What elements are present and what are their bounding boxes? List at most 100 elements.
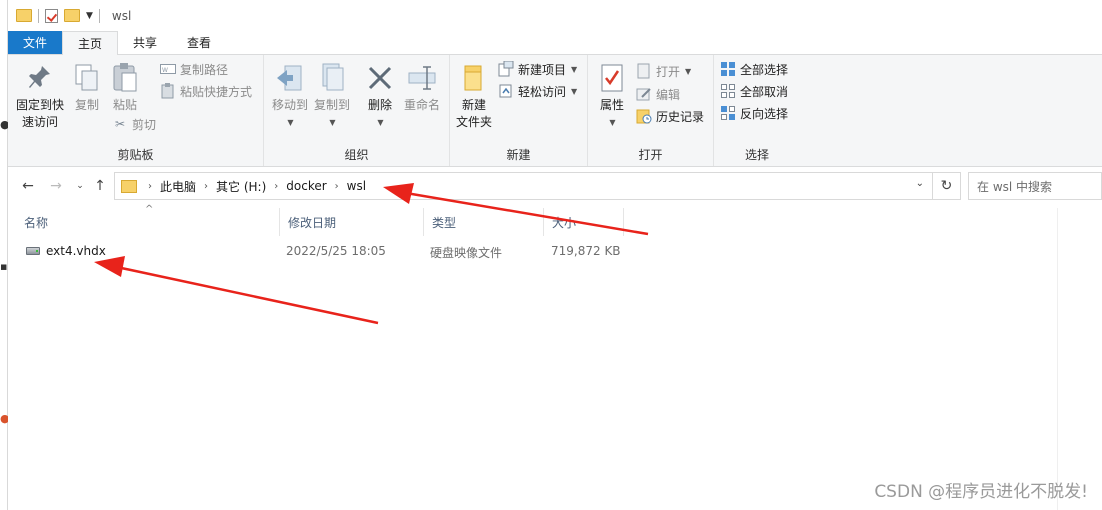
desktop-icon-fragment: ▪	[0, 260, 8, 273]
up-arrow-icon[interactable]: ↑	[88, 174, 112, 198]
properties-icon[interactable]	[45, 8, 58, 23]
copy-path-button[interactable]: W 复制路径	[160, 59, 228, 79]
invert-selection-label: 反向选择	[740, 106, 789, 121]
properties-button[interactable]: 属性 ▼	[592, 61, 632, 131]
chevron-right-icon[interactable]: ›	[271, 181, 281, 192]
open-group-label: 打开	[638, 148, 663, 162]
select-group: 全部选择 全部取消 反向选择 选择	[714, 55, 800, 166]
paste-shortcut-label: 粘贴快捷方式	[180, 84, 253, 99]
open-icon	[636, 63, 652, 79]
edit-button[interactable]: 编辑	[636, 84, 680, 104]
cut-button[interactable]: ✂ 剪切	[112, 114, 156, 134]
file-name-cell[interactable]: ext4.vhdx	[26, 244, 106, 258]
tab-file[interactable]: 文件	[8, 31, 63, 54]
new-folder-button[interactable]: 新建 文件夹	[454, 61, 494, 131]
paste-button[interactable]: 粘贴	[108, 61, 142, 114]
rename-label: 重命名	[403, 98, 440, 112]
svg-text:W: W	[162, 67, 168, 74]
invert-selection-button[interactable]: 反向选择	[720, 103, 788, 123]
select-none-button[interactable]: 全部取消	[720, 81, 788, 101]
pin-label-line2: 速访问	[21, 115, 58, 129]
properties-label: 属性	[599, 98, 624, 112]
address-history-chevron-icon[interactable]: ⌄	[916, 178, 924, 189]
easy-access-button[interactable]: 轻松访问 ▼	[498, 81, 577, 101]
desktop-icon-fragment: ●	[0, 118, 10, 131]
column-header-type[interactable]: 类型	[424, 208, 544, 236]
invert-selection-icon	[720, 105, 736, 121]
title-bar: ▼ wsl	[8, 0, 1102, 31]
organize-group-label: 组织	[344, 148, 369, 162]
file-list: ^ 名称 修改日期 类型 大小 ext4.vhdx 2022/5/25 18:0…	[8, 204, 1102, 510]
column-header-name[interactable]: 名称	[16, 208, 280, 236]
copy-label: 复制	[74, 98, 99, 112]
tab-share[interactable]: 共享	[118, 31, 172, 54]
watermark: CSDN @程序员进化不脱发!	[874, 482, 1088, 502]
quick-access-dropdown-icon[interactable]: ▼	[86, 11, 93, 21]
breadcrumb-drive-h[interactable]: 其它 (H:)	[211, 178, 271, 195]
delete-label: 删除	[367, 98, 392, 112]
rename-button[interactable]: 重命名	[400, 61, 444, 114]
back-arrow-icon[interactable]: ←	[16, 174, 40, 198]
file-modified: 2022/5/25 18:05	[286, 244, 386, 258]
open-button[interactable]: 打开 ▼	[636, 61, 691, 81]
ribbon: 固定到快 速访问 复制 粘贴 W 复制路径 粘贴快捷方式 ✂ 剪切 剪贴板 移动…	[8, 55, 1102, 167]
chevron-right-icon[interactable]: ›	[145, 181, 155, 192]
delete-button[interactable]: 删除 ▼	[360, 61, 400, 131]
cut-label: 剪切	[132, 117, 157, 132]
pin-quick-access-button[interactable]: 固定到快 速访问	[12, 61, 68, 131]
paste-shortcut-button[interactable]: 粘贴快捷方式	[160, 81, 252, 101]
copy-to-button[interactable]: 复制到 ▼	[312, 61, 352, 131]
copy-button[interactable]: 复制	[70, 61, 104, 114]
divider	[98, 8, 100, 23]
breadcrumb-docker[interactable]: docker	[281, 179, 331, 193]
select-all-label: 全部选择	[740, 62, 789, 77]
disk-image-icon	[26, 247, 40, 255]
ribbon-tabs: 文件 主页 共享 查看	[8, 31, 1102, 55]
copy-path-icon: W	[160, 61, 176, 77]
new-folder-label-line1: 新建	[461, 98, 486, 112]
column-header-size[interactable]: 大小	[544, 208, 624, 236]
breadcrumb-wsl[interactable]: wsl	[342, 179, 371, 193]
new-group: 新建 文件夹 新建项目 ▼ 轻松访问 ▼ 新建	[450, 55, 588, 166]
explorer-window: ▼ wsl 文件 主页 共享 查看 固定到快 速访问 复制 粘贴 W 复制路径 …	[8, 0, 1102, 510]
delete-x-icon	[362, 61, 398, 95]
file-size: 719,872 KB	[551, 244, 621, 258]
edit-icon	[636, 86, 652, 102]
forward-arrow-icon[interactable]: →	[44, 174, 68, 198]
history-label: 历史记录	[656, 109, 705, 124]
easy-access-icon	[498, 83, 514, 99]
search-input[interactable]: 在 wsl 中搜索	[968, 172, 1102, 200]
pin-label-line1: 固定到快	[15, 98, 64, 112]
chevron-down-icon: ▼	[287, 118, 294, 127]
new-group-label: 新建	[506, 148, 531, 162]
desktop-icon-fragment: ●	[0, 412, 10, 425]
column-header-modified[interactable]: 修改日期	[280, 208, 424, 236]
scissors-icon: ✂	[114, 117, 126, 131]
new-item-button[interactable]: 新建项目 ▼	[498, 59, 577, 79]
select-none-label: 全部取消	[740, 84, 789, 99]
new-folder-icon[interactable]	[64, 9, 80, 22]
window-title: wsl	[111, 8, 132, 23]
navigation-bar: ← → ⌄ ↑ › 此电脑 › 其它 (H:) › docker › wsl ⌄…	[8, 170, 1102, 203]
folder-icon	[121, 179, 137, 193]
chevron-right-icon[interactable]: ›	[332, 181, 342, 192]
desktop-edge: ● ▪ ●	[0, 0, 10, 510]
history-button[interactable]: 历史记录	[636, 106, 704, 126]
tab-home[interactable]: 主页	[62, 31, 119, 55]
tab-view[interactable]: 查看	[172, 31, 226, 54]
select-none-icon	[720, 83, 736, 99]
paste-shortcut-icon	[160, 83, 176, 99]
move-to-button[interactable]: 移动到 ▼	[270, 61, 310, 131]
chevron-down-icon: ▼	[609, 118, 616, 127]
file-row[interactable]: ext4.vhdx 2022/5/25 18:05 硬盘映像文件 719,872…	[18, 241, 621, 263]
paste-icon	[107, 61, 143, 95]
address-bar[interactable]: › 此电脑 › 其它 (H:) › docker › wsl ⌄ ↻	[114, 172, 961, 200]
divider	[38, 8, 39, 23]
chevron-right-icon[interactable]: ›	[201, 181, 211, 192]
refresh-icon[interactable]: ↻	[932, 173, 960, 199]
chevron-down-icon: ▼	[685, 66, 692, 76]
select-all-button[interactable]: 全部选择	[720, 59, 788, 79]
file-name: ext4.vhdx	[46, 244, 106, 258]
move-to-label: 移动到	[271, 98, 308, 112]
breadcrumb-this-pc[interactable]: 此电脑	[155, 178, 201, 195]
